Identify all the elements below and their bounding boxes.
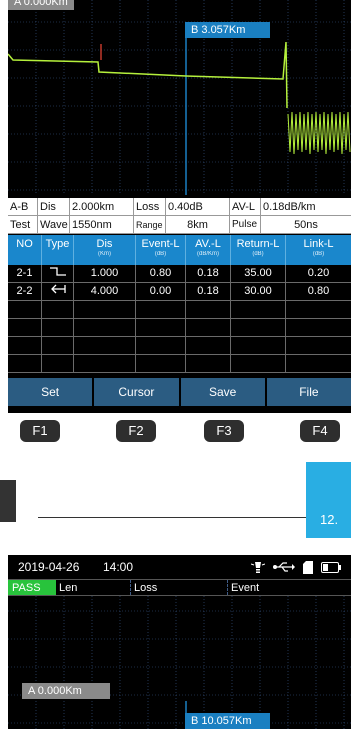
summary-cell: Range: [134, 216, 166, 233]
divider-line: [38, 517, 308, 518]
marker-a-label: A 0.000Km: [22, 683, 110, 699]
col-no: NO: [8, 235, 42, 265]
cell-avg-loss: 0.18: [186, 283, 231, 300]
lamp-icon: [251, 561, 265, 573]
len-column: Len: [56, 580, 131, 595]
file-softkey[interactable]: File: [267, 378, 351, 406]
sd-card-icon: [303, 560, 313, 574]
battery-icon: [321, 561, 341, 573]
page-number: 12.: [320, 512, 339, 527]
summary-value: 1550nm: [70, 216, 134, 233]
f1-button[interactable]: F1: [20, 420, 60, 442]
status-icons: [251, 560, 351, 574]
event-table-header: NO Type Dis (Km) Event-L (dB) AV.-L (dB/Km)…: [8, 235, 351, 265]
softkey-bar: Set Cursor Save File: [8, 378, 351, 406]
cell-return-loss: 30.00: [231, 283, 286, 300]
status-bar: 2019-04-26 14:00: [8, 555, 351, 579]
summary-cell: A-B: [8, 198, 38, 215]
summary-cell: Dis: [38, 198, 70, 215]
f2-button[interactable]: F2: [116, 420, 156, 442]
event-column: Event: [231, 582, 260, 594]
summary-row-test: Test Wave 1550nm Range 8km Pulse 50ns: [8, 216, 351, 234]
summary-cell: AV-L: [230, 198, 261, 215]
hardware-buttons: F1 F2 F3 F4: [8, 418, 351, 448]
status-time: 14:00: [103, 560, 134, 574]
event-table: NO Type Dis (Km) Event-L (dB) AV.-L (dB/Km)…: [8, 235, 351, 373]
f3-button[interactable]: F3: [204, 420, 244, 442]
cell-event-loss: 0.80: [136, 265, 186, 282]
summary-value: 8km: [166, 216, 230, 233]
cell-link-loss: 0.20: [307, 267, 330, 279]
cell-return-loss: 35.00: [231, 265, 286, 282]
col-type: Type: [42, 235, 74, 265]
otdr-trace-plot-bottom: [8, 596, 351, 729]
summary-cell: Pulse: [230, 216, 261, 233]
col-event-loss: Event-L (dB): [136, 235, 186, 265]
col-return-loss: Return-L (dB): [231, 235, 286, 265]
page-number-box: 12.: [306, 462, 351, 538]
table-row[interactable]: 2-1 1.000 0.80 0.18 35.00 0.20: [8, 265, 351, 283]
step-event-icon: [49, 267, 66, 276]
cell-no: 2-2: [8, 283, 42, 300]
cell-type: [42, 283, 74, 300]
table-row-empty: [8, 301, 351, 319]
f4-button[interactable]: F4: [300, 420, 340, 442]
set-softkey[interactable]: Set: [8, 378, 95, 406]
marker-a-label: A 0.000Km: [8, 0, 74, 10]
measurement-summary: A-B Dis 2.000km Loss 0.40dB AV-L 0.18dB/…: [8, 198, 351, 234]
summary-value: 2.000km: [70, 198, 134, 215]
result-badge: PASS: [8, 580, 56, 595]
cell-no: 2-1: [8, 265, 42, 282]
summary-value: 0.18dB/km: [263, 201, 316, 213]
summary-cell: Wave: [38, 216, 70, 233]
loss-column: Loss: [131, 580, 228, 595]
table-row-empty: [8, 355, 351, 373]
result-row: PASS Len Loss Event: [8, 579, 351, 596]
end-event-icon: [50, 284, 66, 294]
trace-line: [8, 41, 288, 109]
table-row[interactable]: 2-2 4.000 0.00 0.18 30.00 0.80: [8, 283, 351, 301]
cell-dis: 4.000: [74, 283, 136, 300]
col-link-loss: Link-L (dB): [303, 238, 334, 257]
marker-b-label: B 3.057Km: [185, 22, 270, 38]
summary-cell: Loss: [134, 198, 166, 215]
summary-value: 0.40dB: [166, 198, 230, 215]
col-avg-loss: AV.-L (dB/Km): [186, 235, 231, 265]
summary-value: 50ns: [294, 219, 318, 231]
usb-icon: [273, 562, 295, 572]
cell-type: [42, 265, 74, 282]
summary-cell: Test: [8, 216, 38, 233]
col-dis: Dis (Km): [74, 235, 136, 265]
cell-link-loss: 0.80: [307, 285, 330, 297]
marker-b-label: B 10.057Km: [185, 713, 270, 729]
cell-event-loss: 0.00: [136, 283, 186, 300]
cell-dis: 1.000: [74, 265, 136, 282]
cursor-softkey[interactable]: Cursor: [94, 378, 181, 406]
trace-grid: [8, 0, 351, 195]
left-tab-decoration: [0, 480, 16, 522]
table-row-empty: [8, 337, 351, 355]
trace-noise: [287, 111, 351, 155]
status-date: 2019-04-26: [18, 560, 80, 574]
cell-avg-loss: 0.18: [186, 265, 231, 282]
save-softkey[interactable]: Save: [181, 378, 267, 406]
otdr-screen-top: A 0.000Km B 3.057Km A-B Dis 2.000km Loss…: [8, 0, 351, 413]
otdr-screen-bottom: 2019-04-26 14:00 PASS Len Loss Event A 0…: [8, 555, 351, 729]
summary-row-ab: A-B Dis 2.000km Loss 0.40dB AV-L 0.18dB/…: [8, 198, 351, 216]
table-row-empty: [8, 319, 351, 337]
otdr-trace-plot: [8, 0, 351, 195]
